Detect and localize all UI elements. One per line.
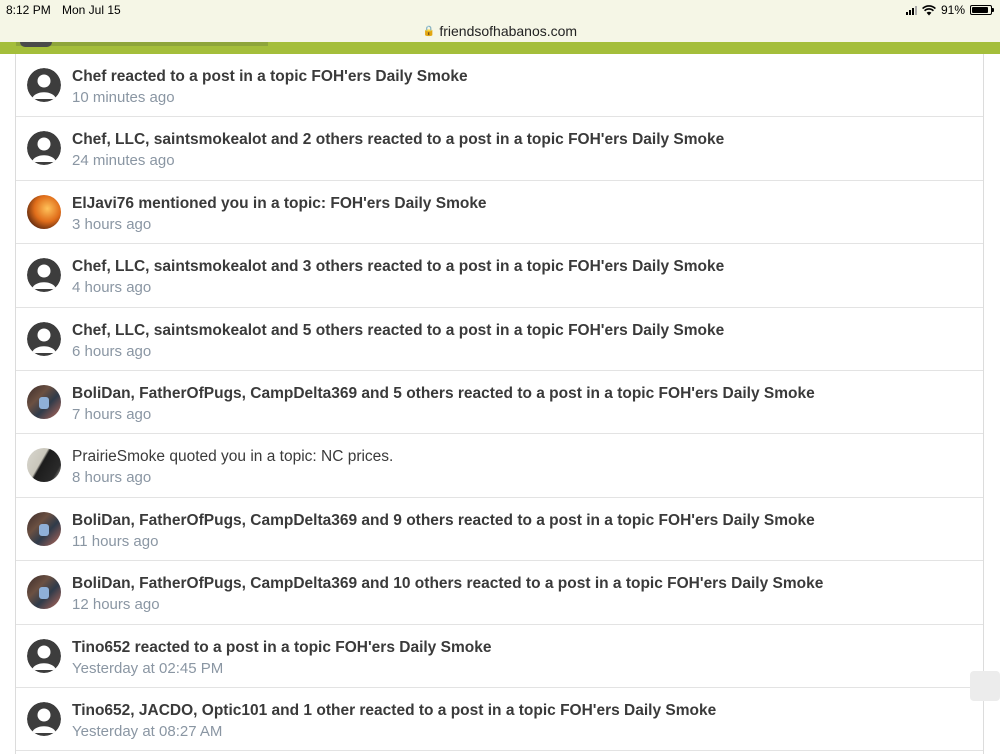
notification-content: BoliDan, FatherOfPugs, CampDelta369 and … xyxy=(72,384,973,425)
notification-text[interactable]: Chef, LLC, saintsmokealot and 3 others r… xyxy=(72,257,973,276)
notification-time: Yesterday at 08:27 AM xyxy=(72,722,223,740)
section-header-bar xyxy=(0,42,1000,54)
notification-time: 6 hours ago xyxy=(72,342,152,360)
default-avatar-icon[interactable] xyxy=(27,258,61,293)
notification-item[interactable]: Tino652, JACDO, Optic101 and 1 other rea… xyxy=(16,688,983,752)
default-avatar-icon[interactable] xyxy=(27,701,61,736)
notification-text[interactable]: ElJavi76 mentioned you in a topic: FOH'e… xyxy=(72,194,973,213)
battery-icon xyxy=(970,5,994,15)
notification-item[interactable]: BoliDan, FatherOfPugs, CampDelta369 and … xyxy=(16,561,983,625)
status-date: Mon Jul 15 xyxy=(62,3,121,17)
default-avatar-icon[interactable] xyxy=(27,68,61,102)
notification-text[interactable]: BoliDan, FatherOfPugs, CampDelta369 and … xyxy=(72,574,973,593)
notification-content: BoliDan, FatherOfPugs, CampDelta369 and … xyxy=(72,574,973,615)
notification-content: Chef, LLC, saintsmokealot and 3 others r… xyxy=(72,257,973,298)
notification-content: BoliDan, FatherOfPugs, CampDelta369 and … xyxy=(72,511,973,552)
notification-list: Chef reacted to a post in a topic FOH'er… xyxy=(15,54,984,754)
avatar[interactable] xyxy=(27,448,61,483)
address-bar[interactable]: 🔒 friendsofhabanos.com xyxy=(0,20,1000,42)
notification-time: 10 minutes ago xyxy=(72,89,175,106)
notification-text[interactable]: Chef reacted to a post in a topic FOH'er… xyxy=(72,67,973,86)
status-time: 8:12 PM xyxy=(6,3,51,17)
notification-text[interactable]: Tino652 reacted to a post in a topic FOH… xyxy=(72,638,973,657)
notification-content: Chef reacted to a post in a topic FOH'er… xyxy=(72,67,973,108)
notification-time: 4 hours ago xyxy=(72,279,152,297)
battery-percent: 91% xyxy=(940,3,965,17)
default-avatar-icon[interactable] xyxy=(27,638,61,673)
status-indicators: 91% xyxy=(905,3,994,17)
notification-content: Tino652, JACDO, Optic101 and 1 other rea… xyxy=(72,701,973,742)
header-avatar-partial xyxy=(20,42,52,47)
notification-item[interactable]: Chef reacted to a post in a topic FOH'er… xyxy=(16,54,983,118)
url-text: friendsofhabanos.com xyxy=(439,23,578,39)
notification-time: 24 minutes ago xyxy=(72,152,175,170)
avatar[interactable] xyxy=(27,384,61,419)
notification-item[interactable]: Tino652 reacted to a post in a topic FOH… xyxy=(16,625,983,688)
notification-time: 8 hours ago xyxy=(72,469,152,487)
default-avatar-icon[interactable] xyxy=(27,131,61,166)
notification-time: 12 hours ago xyxy=(72,596,160,614)
notification-item[interactable]: Chef, LLC, saintsmokealot and 5 others r… xyxy=(16,308,983,371)
avatar[interactable] xyxy=(27,575,61,610)
notification-text[interactable]: BoliDan, FatherOfPugs, CampDelta369 and … xyxy=(72,511,973,530)
notification-content: ElJavi76 mentioned you in a topic: FOH'e… xyxy=(72,194,973,235)
notification-item[interactable]: Chef, LLC, saintsmokealot and 2 others r… xyxy=(16,117,983,181)
notification-time: Yesterday at 02:45 PM xyxy=(72,659,224,677)
notification-text[interactable]: Tino652, JACDO, Optic101 and 1 other rea… xyxy=(72,701,973,720)
notification-item[interactable]: Chef, LLC, saintsmokealot and 3 others r… xyxy=(16,244,983,308)
lock-icon: 🔒 xyxy=(422,25,436,37)
avatar[interactable] xyxy=(27,194,61,229)
avatar[interactable] xyxy=(27,511,61,546)
notification-text[interactable]: Chef, LLC, saintsmokealot and 5 others r… xyxy=(72,321,973,340)
notification-content: Chef, LLC, saintsmokealot and 2 others r… xyxy=(72,130,973,171)
notification-content: Tino652 reacted to a post in a topic FOH… xyxy=(72,638,973,679)
notification-time: 7 hours ago xyxy=(72,405,152,423)
notification-time: 11 hours ago xyxy=(72,532,159,550)
notification-content: Chef, LLC, saintsmokealot and 5 others r… xyxy=(72,321,973,362)
notification-content: PrairieSmoke quoted you in a topic: NC p… xyxy=(72,447,973,488)
status-bar: 8:12 PM Mon Jul 15 91% xyxy=(0,0,1000,20)
cellular-signal-icon xyxy=(905,5,917,15)
notification-item[interactable]: BoliDan, FatherOfPugs, CampDelta369 and … xyxy=(16,371,983,435)
notification-text[interactable]: Chef, LLC, saintsmokealot and 2 others r… xyxy=(72,130,973,149)
notification-text[interactable]: BoliDan, FatherOfPugs, CampDelta369 and … xyxy=(72,384,973,403)
default-avatar-icon[interactable] xyxy=(27,321,61,356)
notification-text[interactable]: PrairieSmoke quoted you in a topic: NC p… xyxy=(72,447,973,466)
notification-time: 3 hours ago xyxy=(72,215,152,233)
notification-item[interactable]: BoliDan, FatherOfPugs, CampDelta369 and … xyxy=(16,498,983,562)
notification-item[interactable]: ElJavi76 mentioned you in a topic: FOH'e… xyxy=(16,181,983,245)
scroll-to-top-button[interactable] xyxy=(970,671,1000,701)
notification-item[interactable]: PrairieSmoke quoted you in a topic: NC p… xyxy=(16,434,983,498)
wifi-icon xyxy=(922,4,936,15)
header-tabs-partial xyxy=(16,42,268,46)
